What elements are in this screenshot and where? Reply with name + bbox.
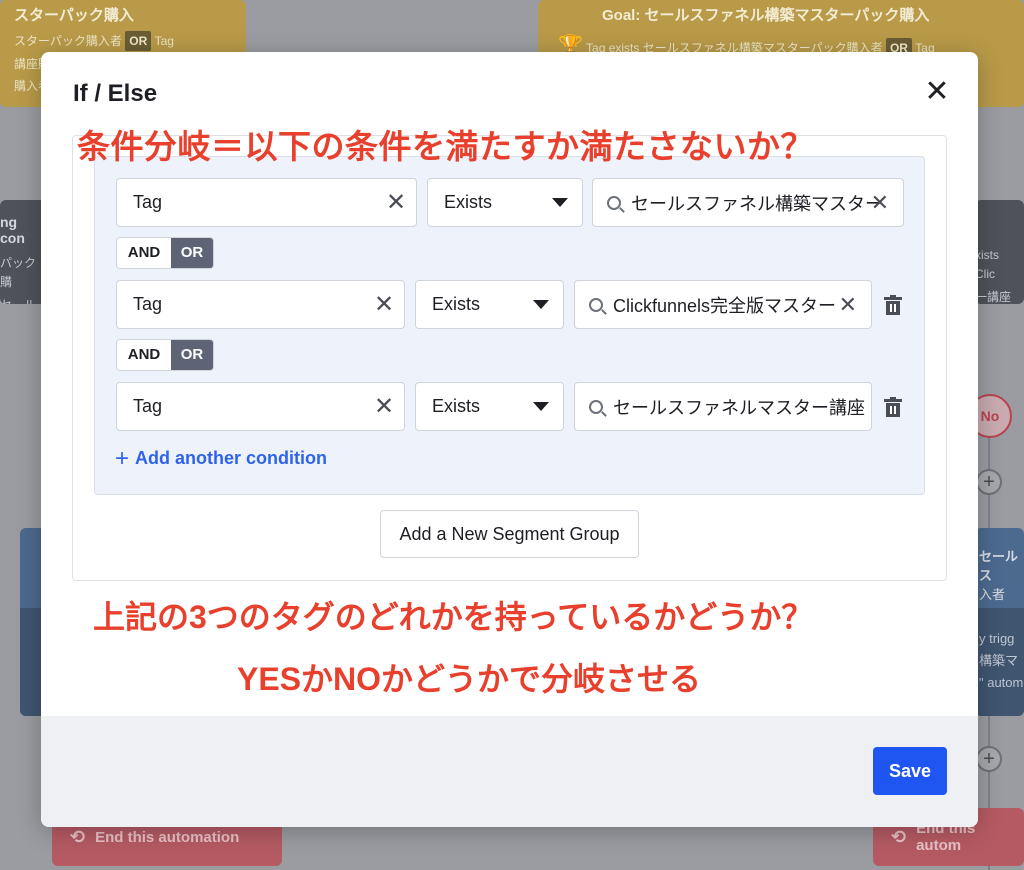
search-icon — [589, 399, 603, 414]
condition-value-text: セールスファネルマスター講座 — [613, 397, 865, 418]
end-automation-label: End this automation — [95, 828, 240, 846]
trigger-text: 一講座購 — [975, 290, 1012, 304]
condition-operator-value: Exists — [432, 396, 481, 416]
add-step-icon[interactable]: + — [976, 469, 1002, 495]
save-button[interactable]: Save — [873, 747, 947, 795]
and-toggle[interactable]: AND — [117, 340, 171, 370]
and-or-toggle: AND OR — [116, 237, 214, 269]
annotation-top: 条件分岐＝以下の条件を満たすか満たさないか？ — [77, 128, 814, 165]
clear-icon[interactable]: ✕ — [364, 392, 404, 421]
goal-condition-text: スターパック購入者 — [14, 34, 122, 48]
modal-footer: Save — [41, 716, 978, 827]
condition-field-select[interactable]: Tag ✕ — [116, 178, 417, 227]
add-condition-link[interactable]: + Add another condition — [115, 444, 327, 472]
goal-title: スターパック購入 — [14, 7, 134, 24]
annotation-mid: 上記の3つのタグのどれかを持っているかどうか？ — [93, 599, 814, 635]
and-toggle[interactable]: AND — [117, 238, 171, 268]
goal-condition-tail: Tag — [154, 34, 174, 48]
and-or-toggle: AND OR — [116, 339, 214, 371]
if-else-modal: If / Else ✕ 条件分岐＝以下の条件を満たすか満たさないか？ Tag ✕… — [41, 52, 978, 827]
trash-icon[interactable] — [884, 295, 902, 315]
condition-field-value: Tag — [133, 396, 163, 416]
condition-operator-select[interactable]: Exists — [415, 280, 564, 329]
condition-value-search[interactable]: Clickfunnels完全版マスター ✕ — [574, 280, 872, 329]
loop-arrows-icon: ⟲ — [70, 826, 86, 847]
clear-icon[interactable]: ✕ — [376, 188, 416, 217]
action-text: y trigg — [979, 631, 1015, 646]
action-title: セールス — [979, 549, 1019, 583]
condition-operator-select[interactable]: Exists — [415, 382, 564, 431]
trigger-card-right[interactable]: xists Clic 一講座購 — [975, 200, 1024, 304]
condition-field-select[interactable]: Tag ✕ — [116, 280, 405, 329]
condition-value-text: セールスファネル構築マスター — [631, 193, 883, 214]
condition-operator-value: Exists — [444, 192, 493, 212]
caret-down-icon — [533, 300, 549, 309]
trash-icon[interactable] — [884, 397, 902, 417]
action-text: 構築マ — [979, 653, 1019, 669]
action-title: 入者 — [979, 587, 1006, 602]
annotation-bottom: YESかNOかどうかで分岐させる — [237, 661, 702, 697]
clear-icon[interactable]: ✕ — [871, 190, 889, 216]
clear-icon[interactable]: ✕ — [839, 292, 857, 318]
condition-value-search[interactable]: セールスファネル構築マスター ✕ — [592, 178, 904, 227]
or-toggle[interactable]: OR — [171, 238, 213, 268]
condition-operator-select[interactable]: Exists — [427, 178, 583, 227]
search-icon — [607, 195, 621, 210]
condition-value-search[interactable]: セールスファネルマスター講座 — [574, 382, 872, 431]
trigger-text: xists Clic — [975, 248, 999, 282]
loop-arrows-icon: ⟲ — [891, 826, 907, 847]
plus-icon: + — [115, 444, 130, 472]
condition-value-text: Clickfunnels完全版マスター — [613, 295, 837, 316]
search-icon — [589, 297, 603, 312]
action-text: " autom — [979, 675, 1024, 691]
or-toggle[interactable]: OR — [171, 340, 213, 370]
caret-down-icon — [552, 198, 568, 207]
close-icon[interactable]: ✕ — [922, 77, 952, 108]
caret-down-icon — [533, 402, 549, 411]
condition-field-select[interactable]: Tag ✕ — [116, 382, 405, 431]
modal-title: If / Else — [73, 80, 158, 107]
or-chip: OR — [125, 31, 152, 51]
condition-operator-value: Exists — [432, 294, 481, 314]
condition-field-value: Tag — [133, 294, 163, 314]
clear-icon[interactable]: ✕ — [364, 290, 404, 319]
add-segment-group-button[interactable]: Add a New Segment Group — [380, 510, 639, 558]
add-step-icon[interactable]: + — [976, 746, 1002, 772]
action-card-right[interactable]: セールス 入者 y trigg 構築マ " autom — [975, 528, 1024, 716]
condition-field-value: Tag — [133, 192, 163, 212]
add-condition-label: Add another condition — [135, 448, 327, 468]
goal-title: Goal: セールスファネル構築マスターパック購入 — [602, 7, 930, 24]
